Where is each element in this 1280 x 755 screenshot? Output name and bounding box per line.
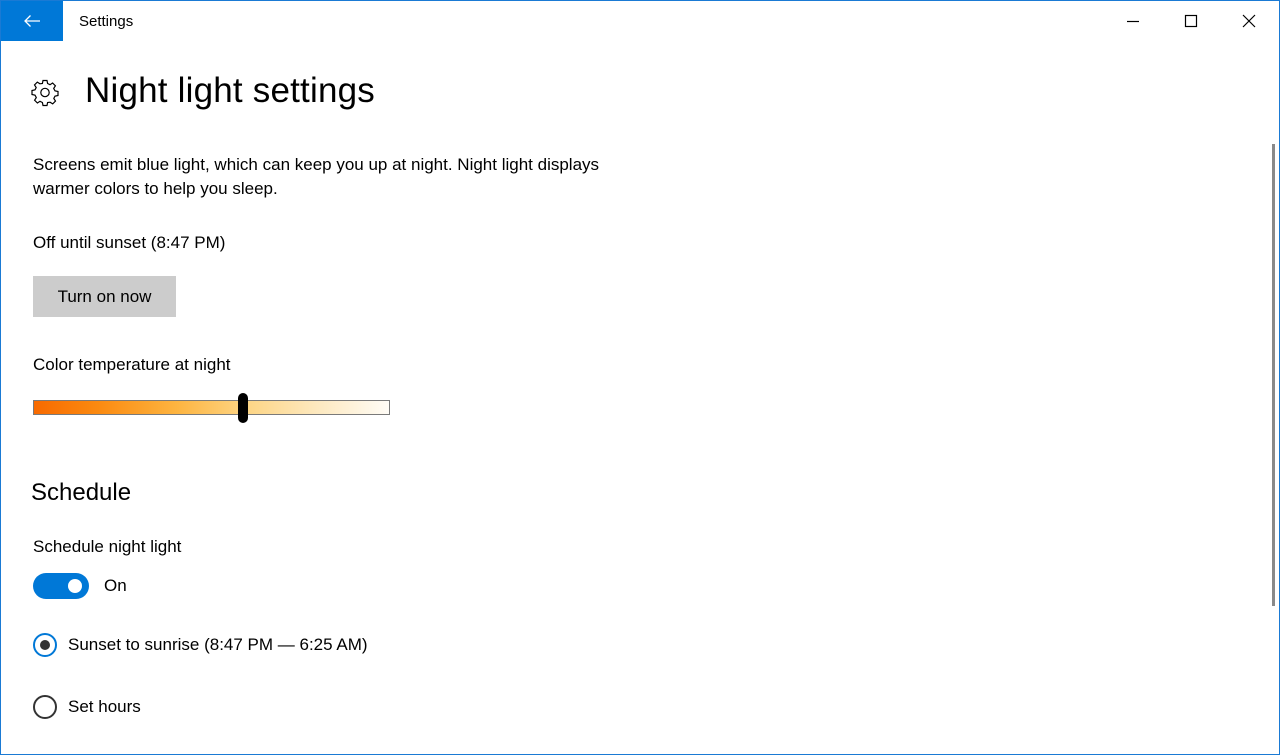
color-temperature-label: Color temperature at night <box>33 355 231 374</box>
radio-set-hours[interactable] <box>33 695 57 719</box>
schedule-heading: Schedule <box>31 479 132 506</box>
radio-sunset-to-sunrise[interactable] <box>33 633 57 657</box>
settings-window: Settings Night light settings Screens em… <box>0 0 1280 755</box>
title-bar: Settings <box>1 1 1279 41</box>
vertical-scrollbar[interactable] <box>1272 144 1275 606</box>
back-button[interactable] <box>1 1 63 41</box>
schedule-night-light-label: Schedule night light <box>33 537 182 556</box>
maximize-icon <box>1184 14 1198 28</box>
minimize-button[interactable] <box>1104 1 1162 41</box>
night-light-status: Off until sunset (8:47 PM) <box>33 233 226 252</box>
page-title: Night light settings <box>85 71 375 110</box>
window-title: Settings <box>79 13 134 30</box>
minimize-icon <box>1127 20 1139 23</box>
close-icon <box>1242 14 1256 28</box>
toggle-state-label: On <box>104 576 127 595</box>
turn-on-now-button[interactable]: Turn on now <box>33 276 176 317</box>
gear-icon <box>31 79 59 107</box>
settings-content: Night light settings Screens emit blue l… <box>1 41 1279 754</box>
radio-label-set-hours[interactable]: Set hours <box>68 697 141 717</box>
radio-selected-dot <box>40 640 50 650</box>
radio-label-sunset-to-sunrise[interactable]: Sunset to sunrise (8:47 PM — 6:25 AM) <box>68 635 368 655</box>
description-text: Screens emit blue light, which can keep … <box>33 155 600 198</box>
color-temperature-slider[interactable] <box>33 393 390 423</box>
schedule-toggle[interactable] <box>33 573 89 599</box>
arrow-left-icon <box>24 15 40 27</box>
close-button[interactable] <box>1220 1 1278 41</box>
maximize-button[interactable] <box>1162 1 1220 41</box>
slider-thumb[interactable] <box>238 393 249 423</box>
toggle-knob <box>68 579 82 593</box>
